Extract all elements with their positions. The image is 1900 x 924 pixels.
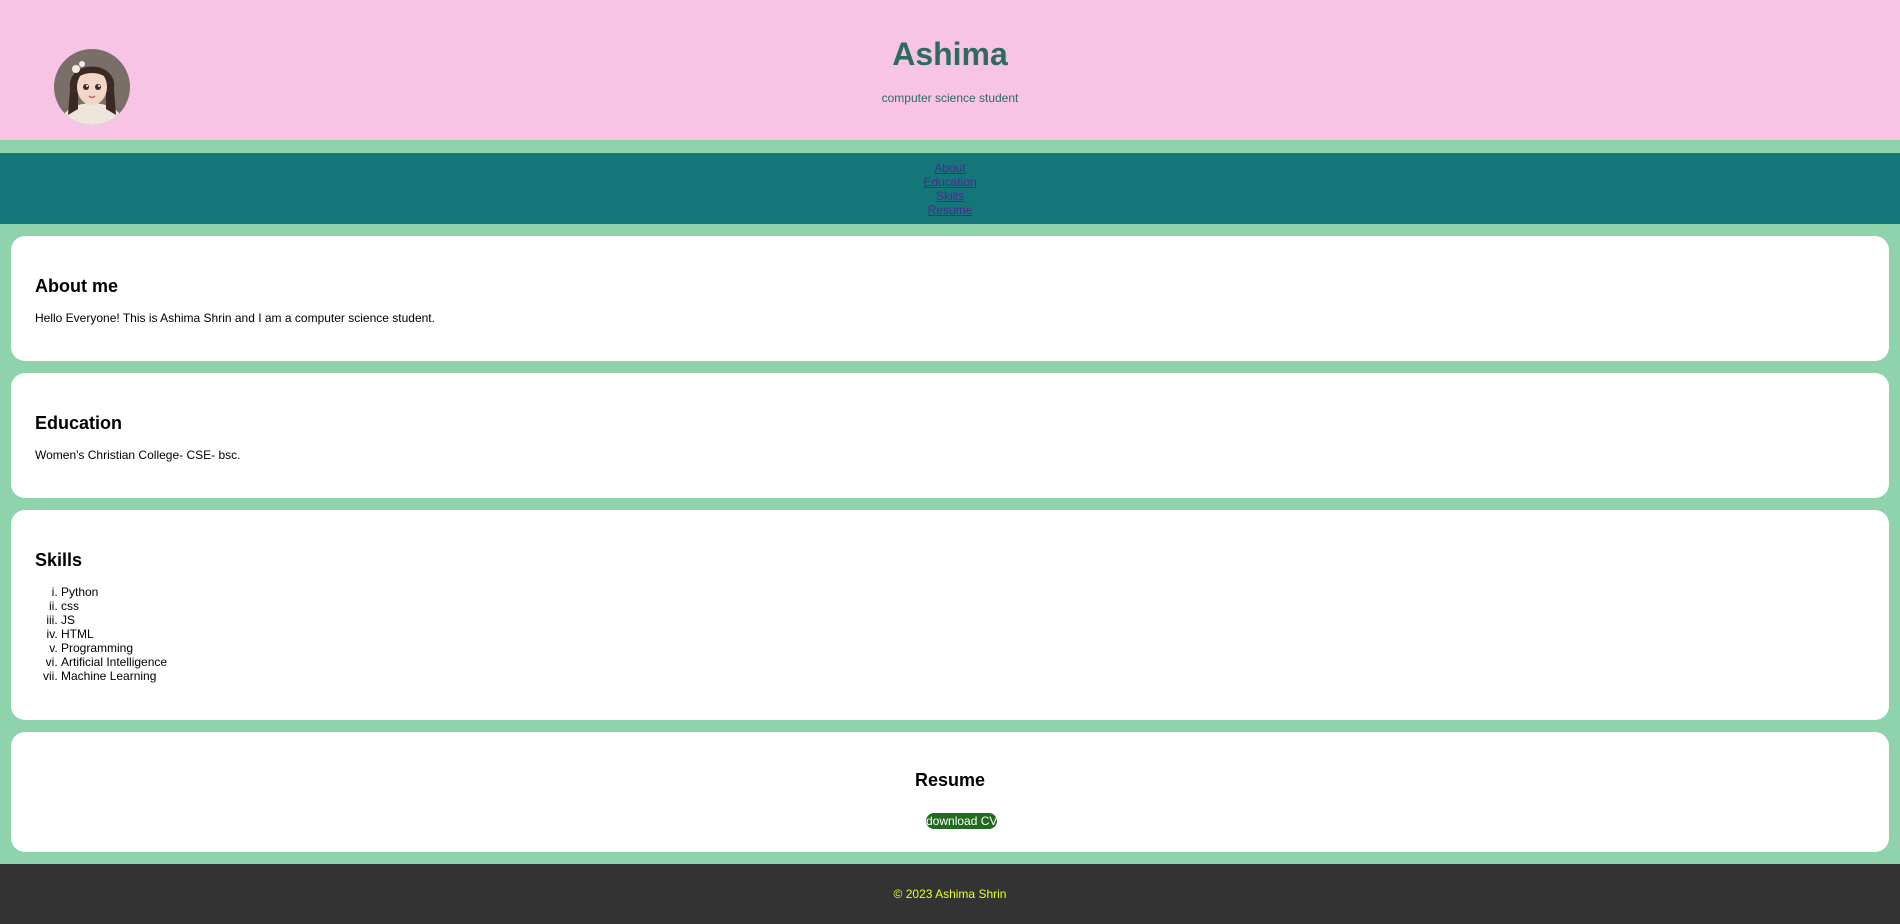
main-nav: About Education Skills Resume: [0, 153, 1900, 224]
nav-item-skills: Skills: [0, 189, 1900, 203]
resume-section: Resume download CV: [11, 732, 1889, 852]
skill-item: JS: [61, 613, 167, 627]
skill-item: css: [61, 599, 167, 613]
footer-copyright: © 2023 Ashima Shrin: [893, 887, 1007, 901]
download-cv-button[interactable]: download CV: [926, 813, 997, 829]
nav-item-about: About: [0, 161, 1900, 175]
education-text: Women's Christian College- CSE- bsc.: [35, 448, 241, 462]
page-header: Ashima computer science student: [0, 0, 1900, 140]
nav-link-about[interactable]: About: [934, 161, 965, 175]
education-heading: Education: [35, 413, 123, 433]
skill-item: Artificial Intelligence: [61, 655, 167, 669]
about-text: Hello Everyone! This is Ashima Shrin and…: [35, 311, 435, 325]
about-heading: About me: [35, 276, 118, 296]
skill-item: Programming: [61, 641, 167, 655]
skills-section: Skills Python css JS HTML Programming Ar…: [11, 510, 1889, 720]
nav-link-resume[interactable]: Resume: [928, 203, 973, 217]
skill-item: Python: [61, 585, 167, 599]
nav-link-education[interactable]: Education: [923, 175, 976, 189]
nav-item-resume: Resume: [0, 203, 1900, 217]
page-footer: © 2023 Ashima Shrin: [0, 864, 1900, 924]
nav-item-education: Education: [0, 175, 1900, 189]
about-section: About me Hello Everyone! This is Ashima …: [11, 236, 1889, 361]
skills-heading: Skills: [35, 550, 83, 570]
skill-item: HTML: [61, 627, 167, 641]
skill-item: Machine Learning: [61, 669, 167, 683]
nav-list: About Education Skills Resume: [0, 161, 1900, 217]
education-section: Education Women's Christian College- CSE…: [11, 373, 1889, 498]
skills-list: Python css JS HTML Programming Artificia…: [37, 585, 167, 683]
page-title: Ashima: [892, 36, 1008, 72]
page-subtitle: computer science student: [881, 91, 1019, 105]
resume-heading: Resume: [914, 770, 986, 790]
nav-link-skills[interactable]: Skills: [936, 189, 964, 203]
